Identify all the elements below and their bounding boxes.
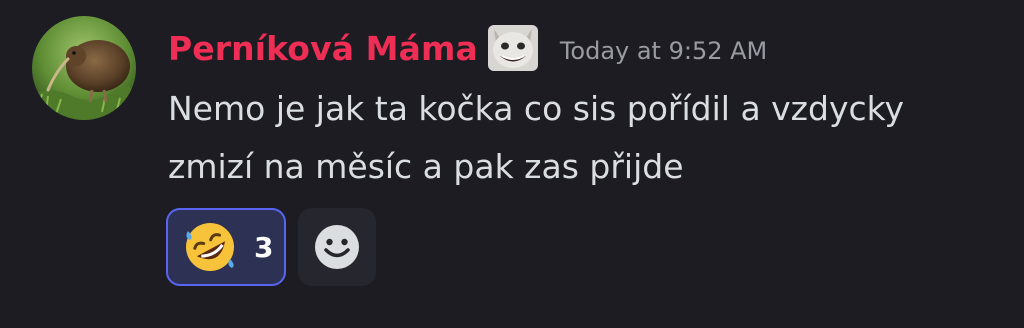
cat-face-icon[interactable] (487, 25, 538, 71)
add-reaction-button[interactable] (298, 208, 376, 286)
kiwi-bird-avatar-icon (32, 16, 136, 120)
reaction-count: 3 (254, 230, 274, 264)
smiley-face-icon (315, 225, 359, 269)
reaction-button[interactable]: 3 (166, 208, 286, 286)
chat-message: Perníková Máma Today at 9:52 AM Nemo je … (0, 0, 1024, 328)
message-content: Nemo je jak ta kočka co sis pořídil a vz… (168, 89, 905, 186)
reactions-bar: 3 (166, 208, 376, 286)
message-timestamp[interactable]: Today at 9:52 AM (560, 31, 767, 65)
author-name[interactable]: Perníková Máma (168, 29, 478, 68)
user-avatar[interactable] (32, 16, 136, 120)
rolling-on-floor-laughing-icon (186, 223, 234, 271)
message-header: Perníková Máma Today at 9:52 AM (168, 24, 767, 72)
